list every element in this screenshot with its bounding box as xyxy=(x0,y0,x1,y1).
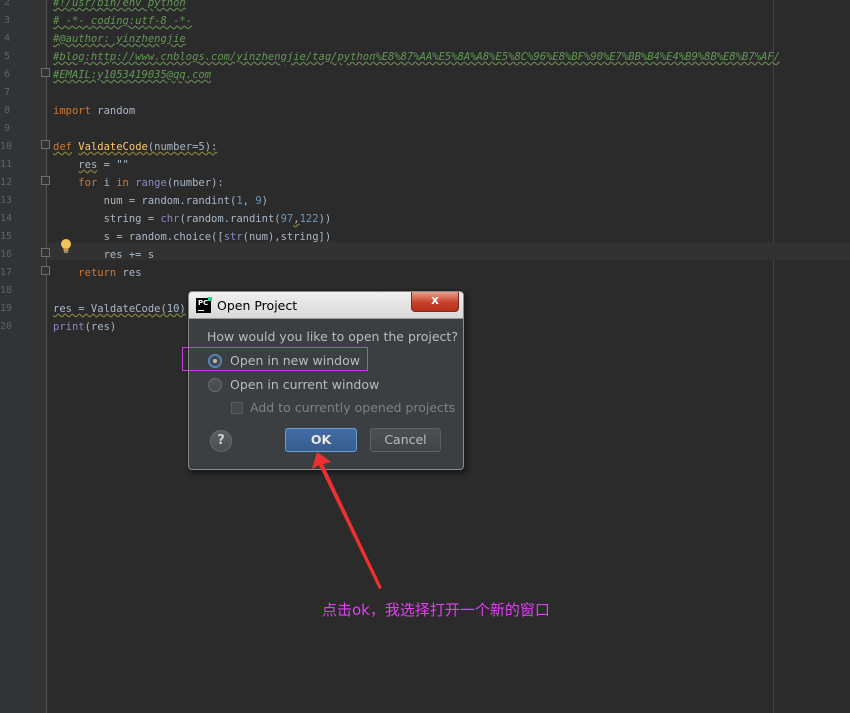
annotation-text: 点击ok，我选择打开一个新的窗口 xyxy=(322,601,550,619)
